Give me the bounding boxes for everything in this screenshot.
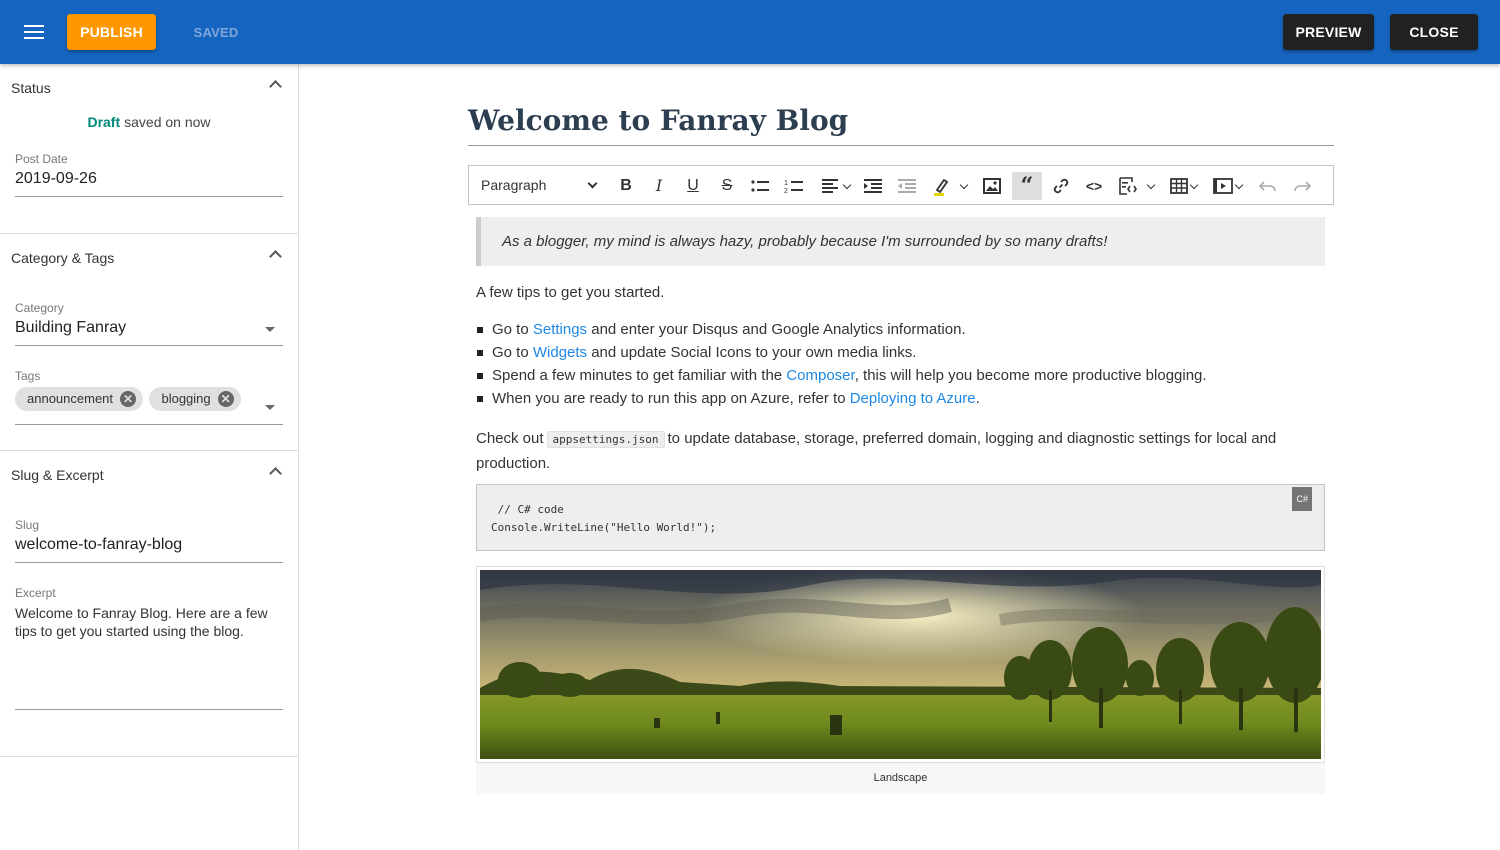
slug-label: Slug [15, 518, 40, 532]
blockquote[interactable]: As a blogger, my mind is always hazy, pr… [476, 217, 1325, 266]
tip-text: Go to [492, 321, 533, 338]
media-icon[interactable] [1208, 172, 1238, 200]
chevron-down-icon[interactable] [959, 180, 969, 190]
code-line: // C# code [491, 503, 564, 516]
list-item[interactable]: Go to Widgets and update Social Icons to… [476, 344, 1325, 367]
category-tags-panel: Category & Tags Category Building Fanray… [0, 234, 298, 451]
outdent-icon[interactable] [892, 172, 922, 200]
image-icon[interactable] [977, 172, 1007, 200]
post-date-input[interactable]: 2019-09-26 [15, 170, 283, 197]
post-date-field[interactable]: Post Date 2019-09-26 [15, 152, 283, 197]
italic-icon[interactable]: I [644, 172, 674, 200]
category-tags-panel-title[interactable]: Category & Tags [11, 250, 114, 266]
bulleted-list-icon[interactable] [745, 172, 775, 200]
post-date-label: Post Date [15, 152, 68, 166]
saved-button[interactable]: SAVED [184, 14, 248, 50]
highlight-icon[interactable] [927, 172, 957, 200]
tip-text: When you are ready to run this app on Az… [492, 390, 850, 407]
code-line: Console.WriteLine("Hello World!"); [491, 521, 717, 534]
preview-button[interactable]: PREVIEW [1283, 14, 1374, 50]
widgets-link[interactable]: Widgets [533, 344, 587, 361]
saved-status-text: saved on now [124, 114, 211, 130]
code-language-badge: C# [1292, 487, 1312, 511]
quote-icon[interactable]: “ [1012, 172, 1042, 200]
inline-code: appsettings.json [546, 431, 665, 448]
chevron-down-icon[interactable] [1146, 180, 1156, 190]
checkout-paragraph[interactable]: Check out appsettings.json to update datab… [476, 427, 1325, 476]
tip-text: Go to [492, 344, 533, 361]
tag-chip[interactable]: blogging ✕ [149, 387, 241, 411]
landscape-image[interactable] [476, 566, 1325, 763]
composer-link[interactable]: Composer [786, 367, 854, 384]
strikethrough-icon[interactable]: S [712, 172, 742, 200]
tip-text: . [975, 390, 980, 407]
editor-toolbar: Paragraph B I U S 12 “ <> [468, 165, 1334, 205]
intro-paragraph[interactable]: A few tips to get you started. [476, 284, 664, 301]
code-block-icon[interactable] [1113, 172, 1143, 200]
category-label: Category [15, 301, 64, 315]
image-figure[interactable]: Landscape [476, 566, 1325, 794]
tags-field[interactable]: Tags announcement ✕ blogging ✕ [15, 369, 283, 425]
list-item[interactable]: Go to Settings and enter your Disqus and… [476, 321, 1325, 344]
bold-icon[interactable]: B [611, 172, 641, 200]
redo-icon[interactable] [1287, 172, 1317, 200]
tips-list: Go to Settings and enter your Disqus and… [476, 321, 1325, 413]
numbered-list-icon[interactable]: 12 [779, 172, 809, 200]
tag-chip-label: announcement [27, 391, 114, 406]
dropdown-arrow-icon[interactable] [265, 405, 275, 410]
post-title-input[interactable]: Welcome to Fanray Blog [468, 104, 1334, 146]
tip-text: Spend a few minutes to get familiar with… [492, 367, 787, 384]
list-item[interactable]: When you are ready to run this app on Az… [476, 390, 1325, 413]
chevron-up-icon[interactable] [269, 80, 282, 93]
chevron-up-icon[interactable] [269, 250, 282, 263]
underline-icon[interactable]: U [678, 172, 708, 200]
close-button[interactable]: CLOSE [1390, 14, 1478, 50]
menu-icon[interactable] [22, 22, 48, 42]
excerpt-textarea[interactable]: Welcome to Fanray Blog. Here are a few t… [15, 604, 283, 710]
tip-text: , this will help you become more product… [854, 367, 1207, 384]
slug-field[interactable]: Slug welcome-to-fanray-blog [15, 518, 283, 563]
deploying-to-azure-link[interactable]: Deploying to Azure [850, 390, 976, 407]
draft-status: Draft saved on now [0, 114, 298, 130]
indent-icon[interactable] [858, 172, 888, 200]
status-panel-title[interactable]: Status [11, 80, 51, 96]
slug-excerpt-panel-title[interactable]: Slug & Excerpt [11, 467, 104, 483]
chevron-up-icon[interactable] [269, 467, 282, 480]
tip-text: and update Social Icons to your own medi… [587, 344, 917, 361]
heading-select[interactable]: Paragraph [481, 177, 546, 193]
image-caption[interactable]: Landscape [476, 772, 1325, 784]
excerpt-field[interactable]: Excerpt Welcome to Fanray Blog. Here are… [15, 586, 283, 710]
app-bar: PUBLISH SAVED PREVIEW CLOSE [0, 0, 1500, 64]
undo-icon[interactable] [1253, 172, 1283, 200]
excerpt-label: Excerpt [15, 586, 56, 600]
slug-excerpt-panel: Slug & Excerpt Slug welcome-to-fanray-bl… [0, 451, 298, 757]
draft-label: Draft [87, 114, 121, 130]
tip-text: and enter your Disqus and Google Analyti… [587, 321, 966, 338]
align-icon[interactable] [816, 172, 846, 200]
code-block[interactable]: C# // C# code Console.WriteLine("Hello Wo… [476, 484, 1325, 551]
slug-input[interactable]: welcome-to-fanray-blog [15, 536, 283, 563]
sidebar: Status Draft saved on now Post Date 2019-… [0, 64, 299, 850]
tags-chip-list[interactable]: announcement ✕ blogging ✕ [15, 387, 283, 425]
tags-label: Tags [15, 369, 41, 383]
chevron-down-icon[interactable] [587, 178, 598, 189]
svg-text:2: 2 [784, 188, 788, 194]
list-item[interactable]: Spend a few minutes to get familiar with… [476, 367, 1325, 390]
chip-remove-icon[interactable]: ✕ [120, 391, 137, 407]
link-icon[interactable] [1046, 172, 1076, 200]
chip-remove-icon[interactable]: ✕ [217, 391, 234, 407]
publish-button[interactable]: PUBLISH [67, 14, 156, 50]
category-value[interactable]: Building Fanray [15, 319, 283, 346]
table-icon[interactable] [1164, 172, 1194, 200]
settings-link[interactable]: Settings [533, 321, 587, 338]
svg-text:1: 1 [784, 180, 788, 187]
checkout-text-before: Check out [476, 430, 544, 447]
tag-chip[interactable]: announcement ✕ [15, 387, 144, 411]
category-select[interactable]: Category Building Fanray [15, 301, 283, 346]
code-icon[interactable]: <> [1079, 172, 1109, 200]
dropdown-arrow-icon[interactable] [265, 327, 275, 332]
status-panel: Status Draft saved on now Post Date 2019-… [0, 64, 298, 234]
tag-chip-label: blogging [161, 391, 211, 406]
